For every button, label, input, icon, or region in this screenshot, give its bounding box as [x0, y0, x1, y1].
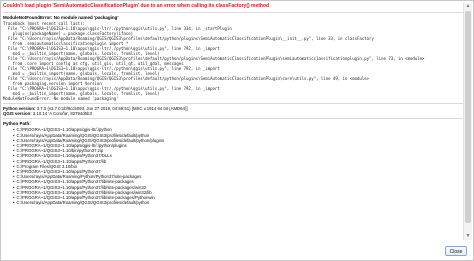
scroll-up-arrow-icon[interactable]: ▲	[464, 3, 472, 10]
button-bar: Close ⋰	[1, 242, 473, 260]
qgis-version-line: QGIS version: 3.10.14 'A Coruña', 82794d…	[3, 111, 463, 116]
divider	[3, 103, 463, 104]
error-title: Couldn't load plugin 'SemiAutomaticClass…	[3, 3, 270, 9]
python-path-list: C:/PROGRA~1/QGIS3~1.10/apps/qgis-ltr/./p…	[13, 127, 463, 205]
scroll-down-arrow-icon[interactable]: ▼	[464, 233, 472, 240]
vertical-scrollbar[interactable]: ▲ ▼	[463, 3, 472, 240]
error-content: Couldn't load plugin 'SemiAutomaticClass…	[3, 3, 463, 240]
divider	[3, 118, 463, 120]
qgis-version-value: 3.10.14 'A Coruña', 82794d6b3	[32, 111, 92, 117]
divider	[3, 12, 463, 13]
python-path-item: C:/Users/rayis/AppData/Roaming/QGIS/QGIS…	[13, 200, 463, 205]
resize-grip-icon[interactable]: ⋰	[467, 254, 472, 259]
traceback-block: Traceback (most recent call last): File …	[3, 21, 463, 101]
python-error-dialog: Couldn't load plugin 'SemiAutomaticClass…	[0, 0, 474, 261]
traceback-line: ModuleNotFoundError: No module named 'pa…	[3, 96, 119, 101]
qgis-version-label: QGIS version:	[3, 111, 32, 117]
close-button[interactable]: Close	[445, 246, 467, 256]
scroll-thumb[interactable]	[465, 11, 471, 223]
